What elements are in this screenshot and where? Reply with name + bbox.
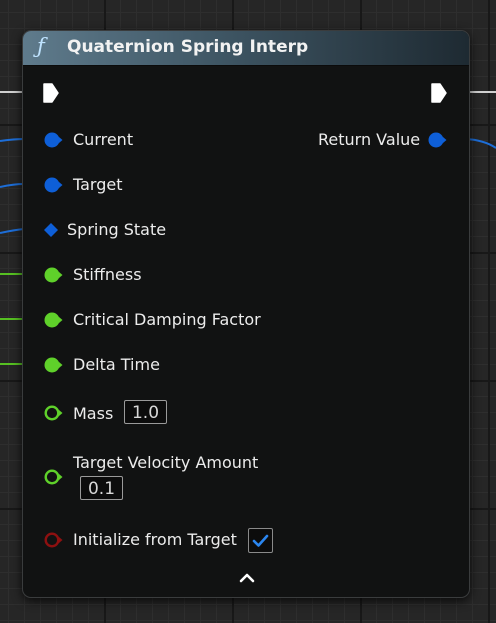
- critical-damping-factor-pin[interactable]: [43, 311, 63, 329]
- node-title: Quaternion Spring Interp: [67, 37, 309, 57]
- spring-state-pin[interactable]: [43, 222, 59, 238]
- checkmark-icon: [252, 534, 269, 547]
- target-velocity-amount-label: Target Velocity Amount: [73, 453, 259, 472]
- stiffness-label: Stiffness: [73, 265, 142, 284]
- spring-state-label: Spring State: [67, 220, 167, 239]
- current-label: Current: [73, 130, 134, 149]
- node-header[interactable]: ƒ Quaternion Spring Interp: [23, 31, 469, 66]
- initialize-from-target-checkbox[interactable]: [248, 528, 273, 553]
- mass-pin[interactable]: [43, 404, 63, 422]
- return-value-wire: [465, 138, 496, 149]
- exec-in-pin[interactable]: [43, 83, 59, 103]
- target-velocity-amount-pin[interactable]: [43, 468, 63, 486]
- spring-state-wire: [0, 228, 25, 234]
- target-label: Target: [73, 175, 123, 194]
- initialize-from-target-pin[interactable]: [43, 531, 63, 549]
- exec-out-pin[interactable]: [431, 83, 447, 103]
- initialize-from-target-label: Initialize from Target: [73, 530, 237, 549]
- return-value-label: Return Value: [318, 130, 421, 149]
- chevron-up-icon[interactable]: [237, 571, 257, 585]
- mass-value-field[interactable]: 1.0: [124, 400, 167, 424]
- stiffness-pin[interactable]: [43, 266, 63, 284]
- target-wire: [0, 183, 25, 188]
- critical-damping-factor-label: Critical Damping Factor: [73, 310, 261, 329]
- quaternion-spring-interp-node[interactable]: ƒ Quaternion Spring Interp Current Retur…: [22, 30, 470, 598]
- delta-time-label: Delta Time: [73, 355, 160, 374]
- target-velocity-amount-value-field[interactable]: 0.1: [80, 476, 123, 500]
- target-pin[interactable]: [43, 176, 63, 194]
- mass-label: Mass: [73, 404, 114, 423]
- function-icon: ƒ: [37, 34, 45, 58]
- current-pin[interactable]: [43, 131, 63, 149]
- delta-time-pin[interactable]: [43, 356, 63, 374]
- return-value-pin[interactable]: [427, 131, 447, 149]
- current-wire: [0, 138, 25, 142]
